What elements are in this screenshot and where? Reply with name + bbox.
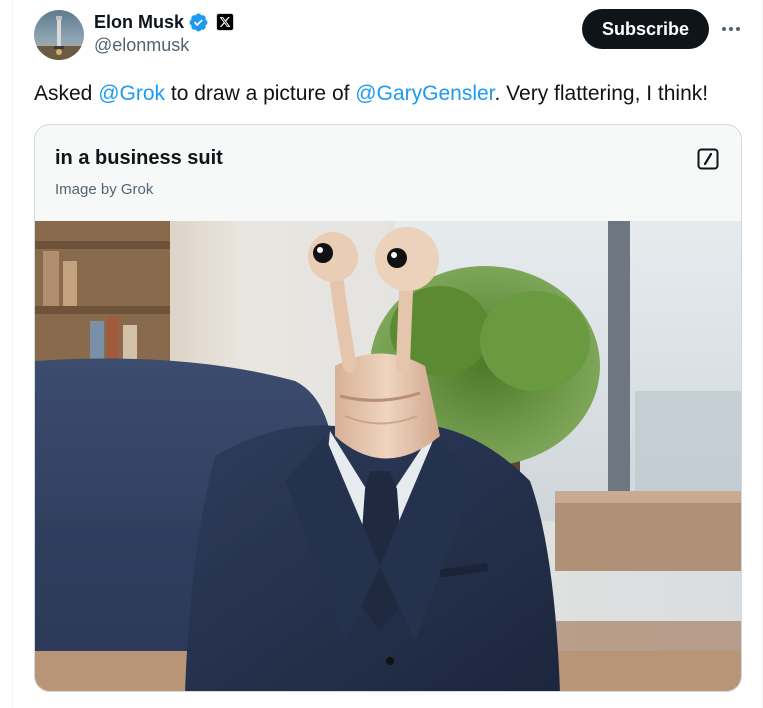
tweet-text-segment: to draw a picture of bbox=[165, 82, 356, 105]
subscribe-button[interactable]: Subscribe bbox=[582, 9, 709, 49]
mention-link-garygensler[interactable]: @GaryGensler bbox=[355, 82, 494, 105]
avatar[interactable] bbox=[34, 10, 84, 60]
verified-badge-icon[interactable] bbox=[188, 12, 209, 33]
card-title: in a business suit bbox=[55, 147, 223, 169]
mention-link-grok[interactable]: @Grok bbox=[98, 82, 165, 105]
author-display-name[interactable]: Elon Musk bbox=[94, 12, 184, 33]
tweet-text-segment: . Very flattering, I think! bbox=[494, 82, 709, 105]
tweet-container: Elon Musk @elonmusk Subscribe Asked @Gro… bbox=[12, 0, 763, 708]
snail-suit-illustration bbox=[35, 221, 741, 691]
card-subtitle: Image by Grok bbox=[55, 181, 154, 198]
tweet-text-segment: Asked bbox=[34, 82, 99, 105]
more-options-icon[interactable] bbox=[717, 17, 745, 41]
x-logo-icon[interactable] bbox=[216, 13, 235, 31]
card-image[interactable] bbox=[35, 221, 741, 691]
edit-square-icon[interactable] bbox=[696, 147, 720, 171]
avatar-image bbox=[34, 10, 84, 60]
tweet-text: Asked @Grok to draw a picture of @GaryGe… bbox=[34, 80, 708, 108]
author-handle[interactable]: @elonmusk bbox=[94, 35, 189, 56]
card-header: in a business suit Image by Grok bbox=[35, 125, 741, 221]
grok-image-card[interactable]: in a business suit Image by Grok bbox=[34, 124, 742, 692]
author-name-row: Elon Musk bbox=[94, 10, 235, 34]
